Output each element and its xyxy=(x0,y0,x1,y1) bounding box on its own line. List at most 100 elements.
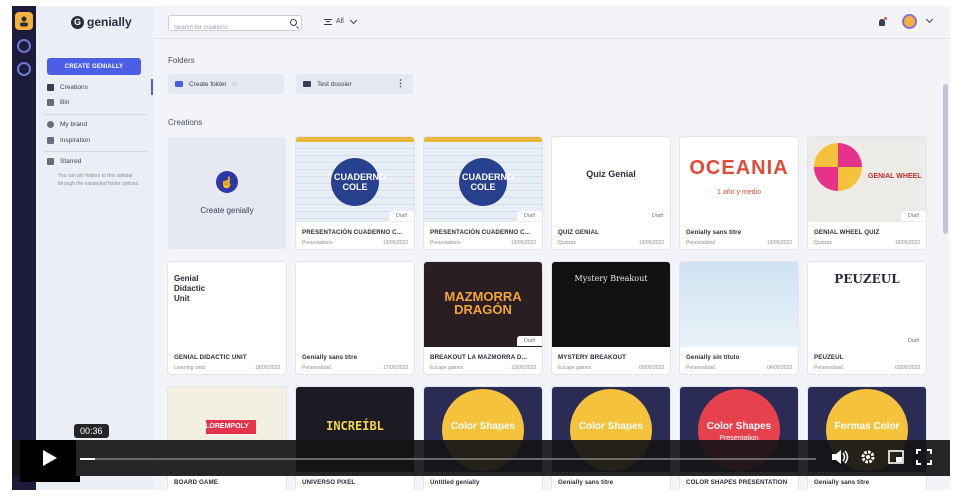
scrollbar-thumb[interactable] xyxy=(943,84,948,234)
sidebar-item-my-brand[interactable]: My brand xyxy=(47,121,87,128)
card-title: Genially sans titre xyxy=(302,354,358,361)
card-type: Personalized xyxy=(814,365,843,371)
create-genially-button[interactable]: CREATE GENIALLY xyxy=(47,58,141,75)
card-type: Escape games xyxy=(558,365,592,371)
creation-card[interactable]: PEUZEUL Draft PEUZEUL Personalized 03/05/202… xyxy=(808,262,926,374)
card-title: BREAKOUT LA MAZMORRA D... xyxy=(430,354,527,361)
scrollbar[interactable] xyxy=(941,39,950,490)
card-thumbnail xyxy=(296,262,414,347)
draft-badge: Draft xyxy=(517,211,542,221)
chevron-down-icon[interactable] xyxy=(925,15,934,24)
picture-in-picture-icon[interactable] xyxy=(886,447,906,467)
card-type: Personalized xyxy=(686,240,715,246)
app-window: G genially CREATE GENIALLY Creations Bin… xyxy=(12,6,950,490)
card-title: MYSTERY BREAKOUT xyxy=(558,354,626,361)
volume-icon[interactable] xyxy=(830,447,850,467)
create-folder-card[interactable]: Create folder ☆ xyxy=(168,74,284,94)
card-thumbnail: CUADERNO COLE xyxy=(424,137,542,222)
card-thumbnail: Quiz Genial xyxy=(552,137,670,222)
card-type: Personalized xyxy=(686,365,715,371)
logo[interactable]: G genially xyxy=(71,15,132,29)
genially-logo-icon[interactable] xyxy=(17,62,31,76)
divider xyxy=(44,151,147,152)
creation-card[interactable]: GENIAL WHEEL Draft GENIAL WHEEL QUIZ Quizze… xyxy=(808,137,926,249)
play-button[interactable] xyxy=(20,440,76,476)
thumbnail-text: GENIAL WHEEL xyxy=(868,173,922,180)
card-type: Escape games xyxy=(430,365,464,371)
brand-icon xyxy=(47,121,54,128)
thumbnail-text: Color Shapes xyxy=(706,421,772,432)
folder-icon xyxy=(303,81,311,87)
card-title: Genially sin título xyxy=(686,354,740,361)
genially-logo-icon: G xyxy=(71,15,84,29)
card-thumbnail: Genial Didactic Unit xyxy=(168,262,286,347)
sidebar-item-label: Starred xyxy=(60,158,82,165)
star-icon[interactable]: ☆ xyxy=(231,80,238,88)
fullscreen-icon[interactable] xyxy=(914,447,934,467)
card-date: 10/05/2022 xyxy=(510,365,536,371)
thumbnail-text: Mystery Breakout xyxy=(574,274,648,283)
creation-card[interactable]: Genial Didactic Unit GENIAL DIDACTIC UNIT… xyxy=(168,262,286,374)
search-icon[interactable] xyxy=(290,19,297,26)
creation-card[interactable]: Genially sin título Personalized 04/05/202… xyxy=(680,262,798,374)
filter-label: All xyxy=(336,18,344,25)
create-genially-card[interactable]: ☝ Create genially xyxy=(168,137,286,249)
starred-note: You can pin folders to this sidebar thro… xyxy=(58,173,140,187)
card-title: GENIAL WHEEL QUIZ xyxy=(814,229,880,236)
creation-card[interactable]: Quiz Genial Draft QUIZ GENIAL Quizzes 19/05/… xyxy=(552,137,670,249)
draft-badge: Draft xyxy=(901,211,926,221)
settings-icon[interactable] xyxy=(858,447,878,467)
creations-title: Creations xyxy=(168,118,203,127)
card-date: 18/05/2022 xyxy=(254,365,280,371)
inspiration-icon xyxy=(47,137,54,144)
sidebar-item-starred[interactable]: Starred xyxy=(47,158,81,165)
thumbnail-text: Quiz Genial xyxy=(586,169,636,179)
search-input[interactable] xyxy=(169,21,279,35)
sidebar-item-inspiration[interactable]: Inspiration xyxy=(47,137,90,144)
genially-logo-icon[interactable] xyxy=(17,39,31,53)
topbar: All xyxy=(153,6,950,39)
card-thumbnail: Mystery Breakout xyxy=(552,262,670,347)
filter-dropdown[interactable]: All xyxy=(324,16,357,25)
draft-badge: Draft xyxy=(389,211,414,221)
player-corner xyxy=(20,476,80,482)
creation-card[interactable]: CUADERNO COLE Draft PRESENTACIÓN CUADERNO … xyxy=(296,137,414,249)
creation-card[interactable]: Genially sans titre Personalized 17/05/202… xyxy=(296,262,414,374)
thumbnail-text: CUADERNO COLE xyxy=(462,172,515,192)
filter-icon xyxy=(324,18,332,25)
create-genially-label: Create genially xyxy=(200,206,254,215)
card-title: PRESENTACIÓN CUADERNO C... xyxy=(430,229,531,236)
app-rail xyxy=(12,6,36,490)
more-options-icon[interactable]: ⋮ xyxy=(396,78,405,89)
search-box[interactable] xyxy=(168,15,302,35)
card-thumbnail: CUADERNO COLE xyxy=(296,137,414,222)
sidebar-item-label: Bin xyxy=(60,99,70,106)
user-avatar[interactable] xyxy=(902,14,917,29)
card-type: Personalized xyxy=(302,365,331,371)
card-title: GENIAL DIDACTIC UNIT xyxy=(174,354,247,361)
creation-card[interactable]: CUADERNO COLE Draft PRESENTACIÓN CUADERNO … xyxy=(424,137,542,249)
video-player-controls: 00:36 xyxy=(12,424,950,490)
sidebar-item-bin[interactable]: Bin xyxy=(47,99,69,106)
creation-card[interactable]: Mystery Breakout MYSTERY BREAKOUT Escape g… xyxy=(552,262,670,374)
sidebar-item-creations[interactable]: Creations xyxy=(47,84,88,91)
bell-icon[interactable] xyxy=(879,19,885,26)
thumbnail-text: Color Shapes xyxy=(578,421,644,432)
divider xyxy=(44,114,147,115)
card-title: Genially sans titre xyxy=(686,229,742,236)
card-date: 18/05/2022 xyxy=(894,240,920,246)
creation-card[interactable]: MAZMORRA DRAGÓN Draft BREAKOUT LA MAZMORRA… xyxy=(424,262,542,374)
card-thumbnail: GENIAL WHEEL xyxy=(808,137,926,222)
thumbnail-text: Color Shapes xyxy=(450,421,516,432)
sidebar-item-label: My brand xyxy=(60,121,88,128)
grid-icon xyxy=(47,84,54,91)
chevron-down-icon xyxy=(349,16,357,24)
creation-card[interactable]: OCEANIA 1 año y medio Genially sans titre P… xyxy=(680,137,798,249)
notification-dot xyxy=(884,17,887,20)
card-thumbnail xyxy=(680,262,798,347)
card-date: 19/05/2022 xyxy=(382,240,408,246)
folder-card[interactable]: Test dossier ⋮ xyxy=(296,74,413,94)
avatar-icon[interactable] xyxy=(15,12,33,30)
progress-bar[interactable] xyxy=(80,458,816,460)
sidebar-item-label: Creations xyxy=(60,84,88,91)
